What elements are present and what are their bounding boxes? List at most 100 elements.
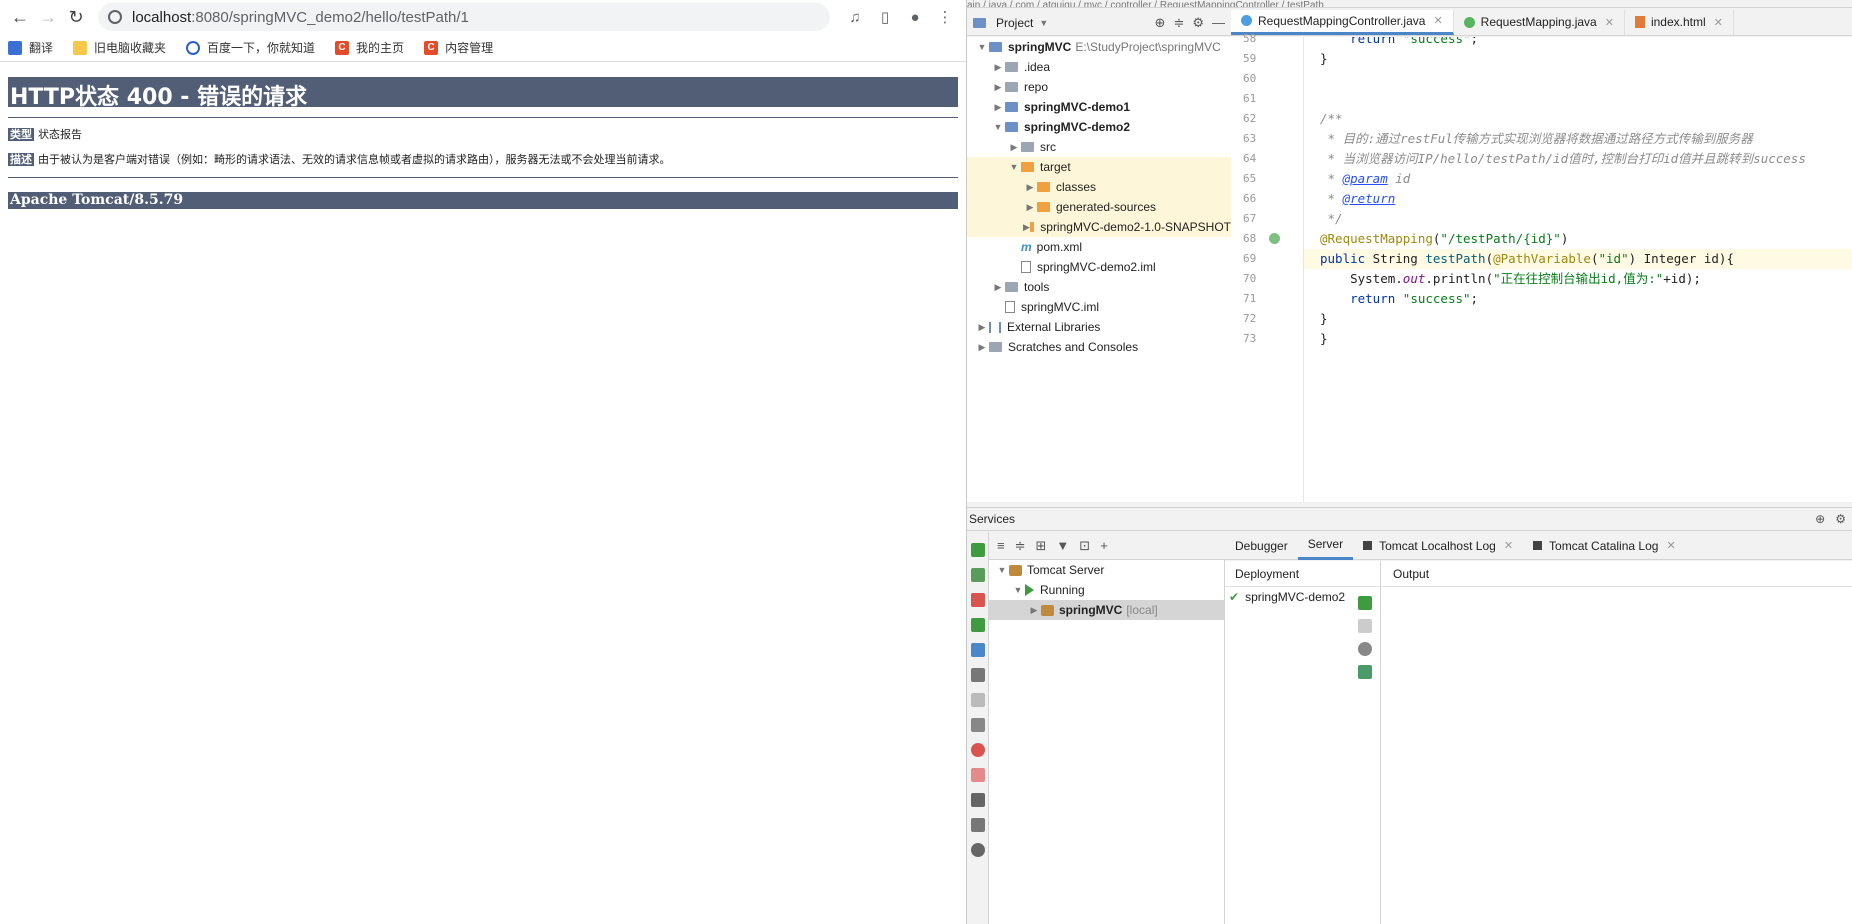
tree-item[interactable]: ▶ src bbox=[967, 137, 1231, 157]
tree-item[interactable]: ▶ Scratches and Consoles bbox=[967, 337, 1231, 357]
tree-item[interactable]: m pom.xml bbox=[967, 237, 1231, 257]
address-bar[interactable]: localhost:8080/springMVC_demo2/hello/tes… bbox=[98, 3, 830, 31]
chevron-down-icon[interactable]: ▼ bbox=[1007, 162, 1021, 172]
chevron-right-icon[interactable]: ▶ bbox=[991, 82, 1005, 93]
services-tab[interactable]: Tomcat Catalina Log ✕ bbox=[1523, 532, 1686, 560]
services-tree[interactable]: ▼ Tomcat Server ▼ Running ▶ springMVC [local] bbox=[989, 560, 1225, 924]
locate-icon[interactable]: ⊕ bbox=[1155, 15, 1166, 31]
close-icon[interactable]: ✕ bbox=[1433, 14, 1442, 27]
editor-tab[interactable]: index.html ✕ bbox=[1625, 10, 1734, 35]
stop-icon[interactable] bbox=[971, 593, 985, 607]
services-tab[interactable]: Server bbox=[1297, 532, 1354, 560]
tree-item[interactable]: ▶ springMVC-demo2-1.0-SNAPSHOT bbox=[967, 217, 1231, 237]
code-editor[interactable]: return "success";} /** * 目的:通过restFul传输方式… bbox=[1304, 37, 1852, 502]
collapse-all-icon[interactable]: ≑ bbox=[1015, 538, 1026, 554]
deployment-list[interactable]: ✔ springMVC-demo2 bbox=[1225, 587, 1349, 924]
tree-item[interactable]: ▶ tools bbox=[967, 277, 1231, 297]
profile-avatar-icon[interactable]: ● bbox=[900, 3, 930, 31]
services-tab[interactable]: Tomcat Localhost Log ✕ bbox=[1353, 532, 1523, 560]
chevron-down-icon[interactable]: ▼ bbox=[1011, 585, 1025, 595]
chevron-right-icon[interactable]: ▶ bbox=[1007, 142, 1021, 153]
chevron-down-icon[interactable]: ▼ bbox=[1039, 18, 1048, 28]
refresh-icon[interactable] bbox=[1357, 642, 1372, 656]
close-icon[interactable]: ✕ bbox=[1714, 16, 1723, 29]
breakpoints-icon[interactable] bbox=[971, 743, 985, 757]
project-tree[interactable]: ▼ springMVC E:\StudyProject\springMVC ▶ .ide… bbox=[967, 37, 1231, 502]
bookmark-baidu[interactable]: 百度一下，你就知道 bbox=[186, 39, 315, 56]
chevron-right-icon[interactable]: ▶ bbox=[991, 282, 1005, 293]
bookmark-old-favorites[interactable]: 旧电脑收藏夹 bbox=[73, 39, 166, 56]
camera-icon[interactable] bbox=[971, 793, 985, 807]
settings-icon[interactable] bbox=[971, 843, 985, 857]
chevron-right-icon[interactable]: ▶ bbox=[975, 322, 989, 333]
new-tab-icon[interactable]: ⊡ bbox=[1079, 538, 1090, 554]
side-panel-icon[interactable]: ▯ bbox=[870, 3, 900, 31]
layout-icon[interactable] bbox=[971, 818, 985, 832]
resume-icon[interactable] bbox=[971, 693, 985, 707]
back-arrow-icon[interactable]: ← bbox=[6, 3, 34, 31]
group-by-icon[interactable]: ⊞ bbox=[1036, 538, 1047, 554]
close-icon[interactable]: ✕ bbox=[1666, 539, 1675, 552]
crosshair-icon[interactable]: ⊕ bbox=[1815, 512, 1825, 526]
deploy-arrow-icon[interactable] bbox=[1357, 596, 1372, 610]
gear-icon[interactable]: ⚙ bbox=[1192, 15, 1204, 31]
site-info-icon[interactable] bbox=[108, 10, 122, 24]
tree-item[interactable]: ▶ repo bbox=[967, 77, 1231, 97]
expand-all-icon[interactable]: ≡ bbox=[997, 538, 1005, 553]
editor-tab[interactable]: RequestMapping.java ✕ bbox=[1454, 10, 1625, 35]
service-item[interactable]: ▼ Running bbox=[989, 580, 1224, 600]
chevron-right-icon[interactable]: ▶ bbox=[975, 342, 989, 353]
chevron-right-icon[interactable]: ▶ bbox=[1027, 605, 1041, 616]
filter-icon[interactable]: ▼ bbox=[1056, 538, 1069, 553]
tree-item[interactable]: ▶ springMVC-demo1 bbox=[967, 97, 1231, 117]
tree-item[interactable]: springMVC-demo2.iml bbox=[967, 257, 1231, 277]
deployment-item[interactable]: ✔ springMVC-demo2 bbox=[1225, 587, 1349, 607]
update-app-icon[interactable] bbox=[971, 618, 985, 632]
undeploy-icon[interactable] bbox=[1357, 619, 1372, 633]
tree-item[interactable]: ▼ springMVC-demo2 bbox=[967, 117, 1231, 137]
forward-arrow-icon[interactable]: → bbox=[34, 3, 62, 31]
tree-item[interactable]: ▼ springMVC E:\StudyProject\springMVC bbox=[967, 37, 1231, 57]
more-menu-icon[interactable]: ⋮ bbox=[930, 3, 960, 31]
services-tab[interactable]: Debugger bbox=[1225, 532, 1298, 560]
check-icon: ✔ bbox=[1229, 590, 1240, 604]
pause-icon[interactable] bbox=[971, 718, 985, 732]
tree-item[interactable]: ▶ External Libraries bbox=[967, 317, 1231, 337]
project-panel-title[interactable]: Project bbox=[996, 16, 1033, 30]
code-line: } bbox=[1320, 331, 1328, 346]
tree-item[interactable]: ▶ classes bbox=[967, 177, 1231, 197]
tree-item[interactable]: ▶ .idea bbox=[967, 57, 1231, 77]
bookmark-content-mgmt[interactable]: C 内容管理 bbox=[424, 39, 493, 56]
chevron-right-icon[interactable]: ▶ bbox=[991, 102, 1005, 113]
collapse-all-icon[interactable]: ≑ bbox=[1173, 15, 1184, 31]
media-control-icon[interactable]: ♫ bbox=[840, 3, 870, 31]
gear-icon[interactable]: ⚙ bbox=[1835, 512, 1846, 526]
chevron-down-icon[interactable]: ▼ bbox=[995, 565, 1009, 575]
tree-item[interactable]: ▼ target bbox=[967, 157, 1231, 177]
chevron-right-icon[interactable]: ▶ bbox=[1023, 182, 1037, 193]
output-console[interactable] bbox=[1381, 587, 1852, 924]
chevron-right-icon[interactable]: ▶ bbox=[1023, 222, 1030, 233]
refresh-icon[interactable] bbox=[971, 668, 985, 682]
bookmark-translate[interactable]: 翻译 bbox=[8, 39, 53, 56]
endpoint-gutter-icon[interactable] bbox=[1269, 233, 1280, 244]
hide-icon[interactable]: — bbox=[1212, 15, 1225, 31]
service-item[interactable]: ▶ springMVC [local] bbox=[989, 600, 1224, 620]
debug-icon[interactable] bbox=[971, 568, 985, 582]
add-service-icon[interactable]: + bbox=[1100, 538, 1108, 553]
tree-item[interactable]: ▶ generated-sources bbox=[967, 197, 1231, 217]
mute-breakpoints-icon[interactable] bbox=[971, 768, 985, 782]
chevron-down-icon[interactable]: ▼ bbox=[991, 122, 1005, 132]
close-icon[interactable]: ✕ bbox=[1504, 539, 1513, 552]
chevron-right-icon[interactable]: ▶ bbox=[991, 62, 1005, 73]
tree-item[interactable]: springMVC.iml bbox=[967, 297, 1231, 317]
bookmark-homepage[interactable]: C 我的主页 bbox=[335, 39, 404, 56]
service-item[interactable]: ▼ Tomcat Server bbox=[989, 560, 1224, 580]
deploy-icon[interactable] bbox=[971, 643, 985, 657]
open-browser-icon[interactable] bbox=[1357, 665, 1372, 679]
reload-icon[interactable]: ↻ bbox=[62, 3, 90, 31]
chevron-down-icon[interactable]: ▼ bbox=[975, 42, 989, 52]
chevron-right-icon[interactable]: ▶ bbox=[1023, 202, 1037, 213]
rerun-icon[interactable] bbox=[971, 543, 985, 557]
close-icon[interactable]: ✕ bbox=[1605, 16, 1614, 29]
